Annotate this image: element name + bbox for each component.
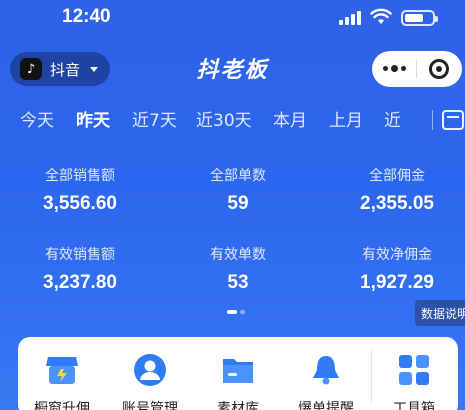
page-indicator: [227, 310, 245, 314]
tool-storefront-commission[interactable]: 橱窗升佣: [22, 353, 102, 410]
tab-this-month[interactable]: 本月: [273, 106, 307, 131]
tab-today[interactable]: 今天: [20, 106, 54, 131]
folder-icon: [223, 359, 253, 383]
tools-card: 橱窗升佣 账号管理 素材库 爆单提醒 工具箱: [18, 337, 458, 410]
metric-value: 1,927.29: [360, 272, 434, 293]
user-icon: [134, 354, 166, 386]
metric-value: 59: [227, 193, 249, 214]
tool-material-library[interactable]: 素材库: [198, 353, 278, 410]
metric-total-commission: 全部佣金 2,355.05: [322, 165, 465, 215]
tool-label: 爆单提醒: [298, 401, 354, 410]
metric-valid-orders: 有效单数 53: [163, 244, 313, 294]
metric-label: 有效净佣金: [362, 247, 432, 263]
wifi-icon: [370, 8, 392, 24]
storefront-icon: [46, 357, 78, 384]
metric-total-sales: 全部销售额 3,556.60: [5, 165, 155, 215]
metric-valid-net-commission: 有效净佣金 1,927.29: [322, 244, 465, 294]
metric-total-orders: 全部单数 59: [163, 165, 313, 215]
tabs-divider: [432, 110, 433, 130]
status-bar: 12:40: [0, 0, 465, 36]
tab-last-30-days[interactable]: 近30天: [196, 106, 252, 131]
status-time: 12:40: [62, 6, 111, 27]
metric-label: 有效销售额: [45, 247, 115, 263]
tool-label: 橱窗升佣: [34, 401, 90, 410]
metric-value: 3,237.80: [43, 272, 117, 293]
mini-program-capsule: [372, 51, 462, 87]
tool-toolbox[interactable]: 工具箱: [374, 353, 454, 410]
tool-hot-order-alert[interactable]: 爆单提醒: [286, 353, 366, 410]
data-help-button[interactable]: 数据说明: [415, 300, 465, 326]
grid-icon: [399, 355, 429, 385]
metric-label: 有效单数: [210, 247, 266, 263]
metric-valid-sales: 有效销售额 3,237.80: [5, 244, 155, 294]
metric-value: 3,556.60: [43, 193, 117, 214]
tab-yesterday[interactable]: 昨天: [76, 106, 110, 131]
more-icon[interactable]: [372, 65, 416, 72]
tabs-fade: [395, 100, 435, 140]
date-range-tabs: 今天 昨天 近7天 近30天 本月 上月 近: [0, 106, 430, 136]
metric-label: 全部佣金: [369, 168, 425, 184]
bell-icon: [313, 356, 339, 385]
close-mini-program-icon[interactable]: [417, 59, 461, 79]
tool-label: 账号管理: [122, 401, 178, 410]
metric-value: 2,355.05: [360, 193, 434, 214]
tab-last-7-days[interactable]: 近7天: [132, 106, 177, 131]
calendar-icon[interactable]: [442, 110, 464, 130]
tab-last-month[interactable]: 上月: [329, 106, 363, 131]
metric-value: 53: [227, 272, 249, 293]
battery-icon: [401, 10, 438, 26]
tool-label: 工具箱: [393, 401, 435, 410]
metric-label: 全部销售额: [45, 168, 115, 184]
tools-divider: [371, 349, 372, 405]
tool-label: 素材库: [217, 401, 259, 410]
tool-account-management[interactable]: 账号管理: [110, 353, 190, 410]
signal-icon: [339, 11, 363, 25]
metric-label: 全部单数: [210, 168, 266, 184]
